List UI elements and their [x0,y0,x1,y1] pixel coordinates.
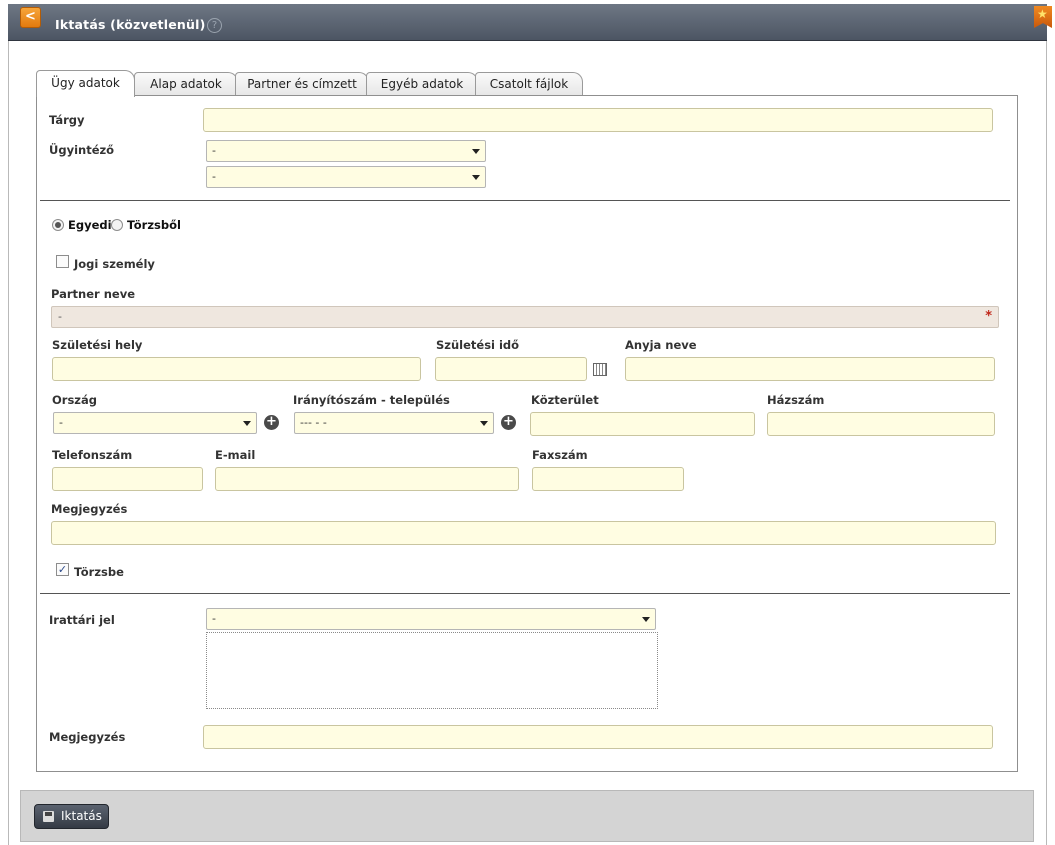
subject-label: Tárgy [49,113,85,127]
country-select[interactable]: - [53,412,257,434]
chevron-down-icon [472,175,480,180]
handler-select-2-value: - [212,170,216,183]
add-country-icon[interactable]: + [264,415,279,430]
birth-date-label: Születési idő [436,338,520,352]
tab-other-data[interactable]: Egyéb adatok [366,72,478,96]
house-number-input[interactable] [767,412,995,436]
birth-place-input[interactable] [52,357,421,381]
filing-note-label: Megjegyzés [49,730,126,744]
handler-select-2[interactable]: - [206,166,486,188]
section-divider [40,200,1010,201]
zip-city-select[interactable]: --- - - [294,412,494,434]
back-button[interactable]: < [20,7,41,28]
save-to-registry-checkbox[interactable]: ✓ [56,563,69,576]
street-label: Közterület [531,393,599,407]
birth-place-label: Születési hely [52,338,143,352]
radio-individual-label[interactable]: Egyedi [68,218,112,232]
tab-attachments[interactable]: Csatolt fájlok [475,72,583,96]
country-select-value: - [59,416,63,429]
archive-code-label: Irattári jel [49,613,115,627]
country-label: Ország [52,393,97,407]
chevron-down-icon [642,617,650,622]
calendar-icon[interactable] [593,363,607,376]
partner-name-label: Partner neve [51,287,135,301]
floppy-disk-icon [43,811,54,822]
filing-note-input[interactable] [203,725,993,749]
submit-button-label: Iktatás [61,809,102,823]
partner-name-field[interactable]: - * [51,306,999,328]
partner-note-label: Megjegyzés [51,502,128,516]
street-input[interactable] [530,412,755,436]
tab-partner[interactable]: Partner és címzett [235,72,369,96]
mother-name-input[interactable] [625,357,995,381]
zip-city-select-value: --- - - [300,416,327,429]
radio-registry[interactable] [111,219,123,231]
title-bar: < Iktatás (közvetlenül) ? ★ [8,4,1052,41]
archive-code-select[interactable]: - [206,608,656,630]
house-number-label: Házszám [767,393,825,407]
bookmark-star-icon[interactable]: ★ [1034,6,1052,28]
radio-registry-label[interactable]: Törzsből [127,218,181,232]
zip-city-label: Irányítószám - település [293,393,450,407]
save-to-registry-label: Törzsbe [74,565,124,579]
submit-button[interactable]: Iktatás [34,804,109,829]
help-icon[interactable]: ? [207,18,222,33]
email-label: E-mail [215,448,256,462]
handler-select-1-value: - [212,144,216,157]
legal-entity-label: Jogi személy [74,257,155,271]
archive-code-select-value: - [212,612,216,625]
birth-date-input[interactable] [435,357,587,381]
email-input[interactable] [215,467,519,491]
partner-name-value: - [58,310,62,323]
footer-bar: Iktatás [20,790,1034,842]
section-divider [40,593,1010,594]
tab-basic-data[interactable]: Alap adatok [134,72,238,96]
fax-label: Faxszám [532,448,588,462]
partner-note-input[interactable] [51,521,996,545]
subject-input[interactable] [203,108,993,132]
legal-entity-checkbox[interactable] [56,255,69,268]
handler-select-1[interactable]: - [206,140,486,162]
page-title: Iktatás (közvetlenül) [55,17,206,32]
phone-label: Telefonszám [52,448,133,462]
chevron-down-icon [243,421,251,426]
required-marker: * [985,309,992,324]
tab-case-data[interactable]: Ügy adatok [36,70,135,97]
handler-label: Ügyintéző [49,143,115,157]
phone-input[interactable] [52,467,203,491]
radio-individual[interactable] [52,219,64,231]
archive-code-list[interactable] [206,632,658,709]
chevron-down-icon [480,421,488,426]
chevron-down-icon [472,149,480,154]
fax-input[interactable] [532,467,684,491]
add-city-icon[interactable]: + [501,415,516,430]
mother-name-label: Anyja neve [625,338,697,352]
